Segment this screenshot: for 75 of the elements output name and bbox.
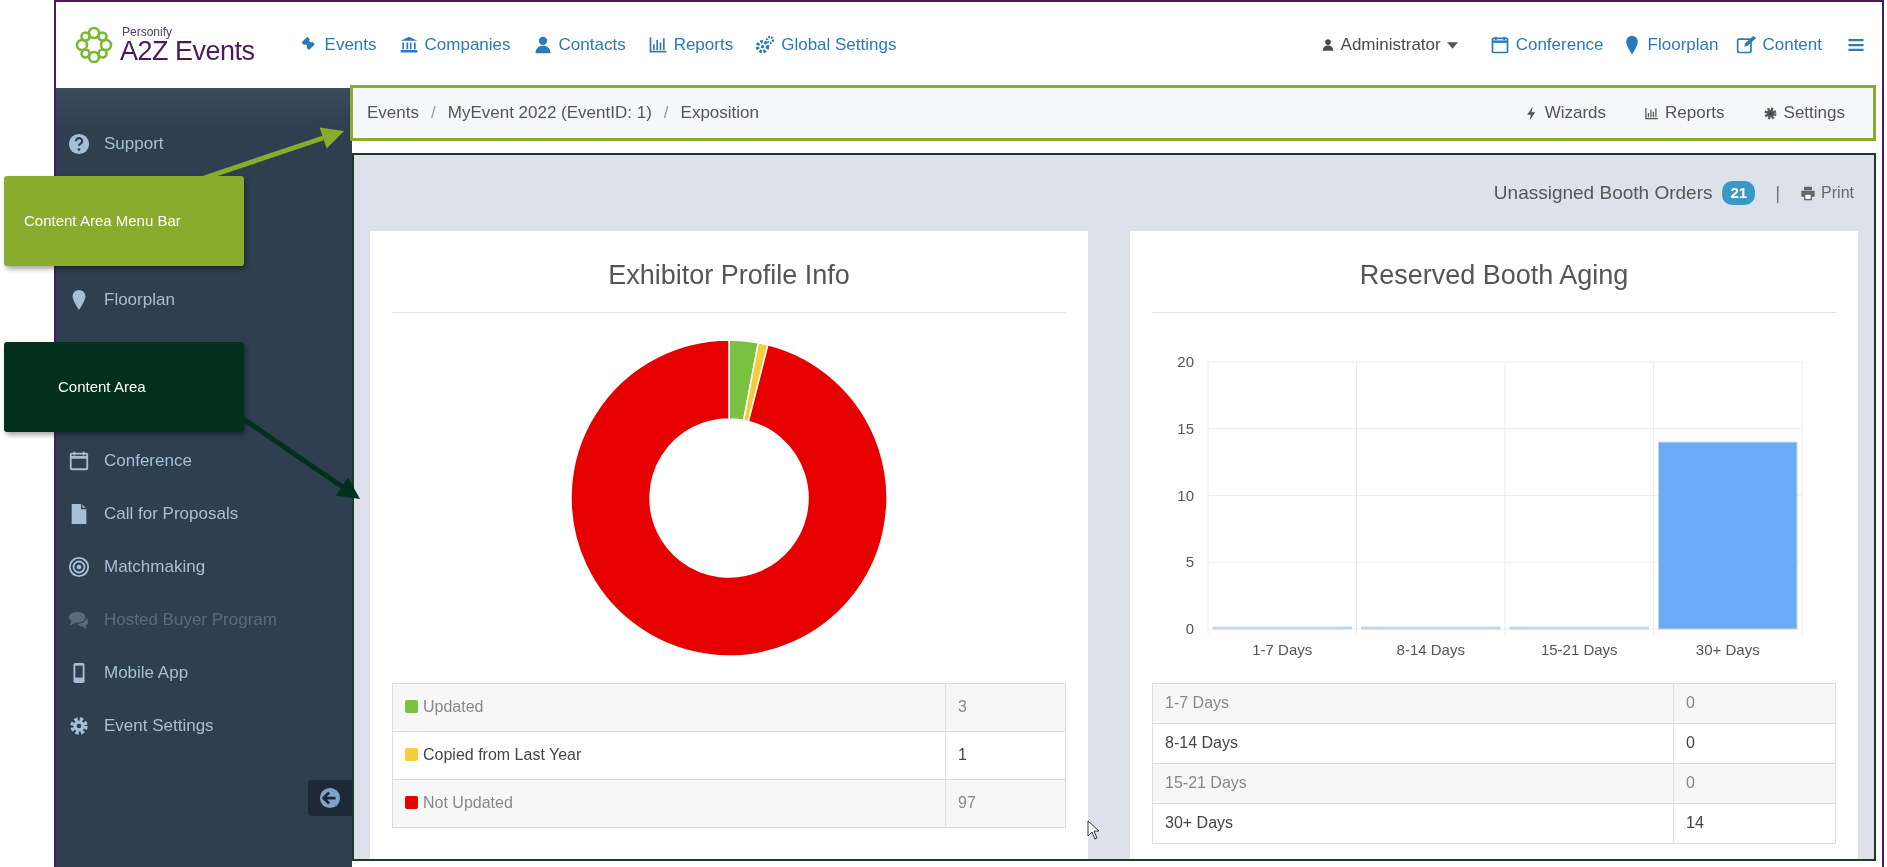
sidebar-item[interactable]: Floorplan xyxy=(56,273,183,326)
collapse-sidebar-button[interactable] xyxy=(308,780,352,816)
axis-label: 0 xyxy=(1185,619,1194,637)
count-pill: 21 xyxy=(1722,180,1756,206)
menu-bar-link[interactable]: Reports xyxy=(1644,100,1725,126)
table-cell: 0 xyxy=(1673,723,1836,763)
table-cell: 14 xyxy=(1673,803,1836,843)
breadcrumb-link[interactable]: Events xyxy=(367,100,419,126)
logo-tagline: Personify xyxy=(122,25,174,38)
bank-icon xyxy=(398,35,419,55)
print-link[interactable]: Print xyxy=(1800,181,1854,205)
nav-link[interactable]: Global Settings xyxy=(755,32,897,58)
axis-label: 30+ Days xyxy=(1695,640,1760,658)
axis-label: 8-14 Days xyxy=(1396,640,1465,658)
legend-label: Copied from Last Year xyxy=(423,746,582,763)
legend-label: Not Updated xyxy=(423,794,513,811)
axis-label: 20 xyxy=(1177,352,1194,370)
nav-link[interactable]: Contacts xyxy=(532,32,626,58)
table-cell: 30+ Days xyxy=(1152,803,1674,843)
calendar-icon xyxy=(1489,35,1510,55)
breadcrumb-link[interactable]: MyEvent 2022 (EventID: 1) xyxy=(447,100,652,126)
left-arrow-circle-icon xyxy=(319,787,341,809)
axis-label: 10 xyxy=(1177,486,1194,503)
breadcrumb-link[interactable]: Exposition xyxy=(680,100,759,126)
bar-chart-icon xyxy=(647,35,668,55)
sidebar-item[interactable]: Event Settings xyxy=(56,699,222,752)
user-icon xyxy=(1320,38,1335,52)
menu-bar-link[interactable]: Settings xyxy=(1762,100,1845,126)
caret-icon xyxy=(1446,41,1458,49)
settings-icon xyxy=(1762,105,1778,121)
logo-icon xyxy=(74,25,114,65)
table-cell: 3 xyxy=(945,683,1066,731)
axis-label: 15 xyxy=(1177,419,1194,437)
sidebar-item[interactable]: Mobile App xyxy=(56,646,197,699)
nav-link[interactable]: Events xyxy=(298,32,377,58)
sidebar-item[interactable]: Call for Proposals xyxy=(56,487,247,540)
table-cell: 97 xyxy=(945,779,1066,827)
table-cell: 0 xyxy=(1673,683,1836,723)
table-cell: 1-7 Days xyxy=(1152,683,1674,723)
settings-icon xyxy=(68,714,90,737)
breadcrumb-separator: / xyxy=(663,102,669,125)
legend-label: Updated xyxy=(423,698,484,715)
table-cell: 1 xyxy=(945,731,1066,779)
nav-link[interactable]: Reports xyxy=(647,32,734,58)
unassigned-orders-label: Unassigned Booth Orders xyxy=(1493,180,1713,205)
axis-label: 1-7 Days xyxy=(1252,640,1313,658)
user-menu[interactable]: Administrator xyxy=(1320,32,1458,58)
axis-label: 15-21 Days xyxy=(1540,640,1618,658)
sidebar-item[interactable]: Matchmaking xyxy=(56,540,214,593)
annotation-callout: Content Area Menu Bar xyxy=(4,176,244,266)
nav-link[interactable]: Companies xyxy=(398,32,511,58)
axis-label: 5 xyxy=(1185,552,1194,570)
printer-icon xyxy=(1800,185,1817,201)
menu-icon xyxy=(1846,36,1866,54)
nav-link[interactable]: Content xyxy=(1736,32,1822,58)
nav-link[interactable]: Conference xyxy=(1489,32,1604,58)
calendar-icon xyxy=(68,449,90,472)
nav-link[interactable]: Floorplan xyxy=(1621,32,1719,58)
separator: | xyxy=(1775,180,1781,205)
card-title: Reserved Booth Aging xyxy=(1152,255,1836,313)
menu-bar-link[interactable]: Wizards xyxy=(1523,100,1607,126)
help-icon xyxy=(68,132,90,155)
annotation-callout: Content Area xyxy=(4,342,244,432)
table-cell: 15-21 Days xyxy=(1152,763,1674,803)
table-cell: 8-14 Days xyxy=(1152,723,1674,763)
card-title: Exhibitor Profile Info xyxy=(392,255,1066,313)
target-icon xyxy=(68,555,90,578)
table-cell: 0 xyxy=(1673,763,1836,803)
sidebar-item[interactable]: Conference xyxy=(56,434,200,487)
edit-icon xyxy=(1736,35,1757,55)
bar-chart-icon xyxy=(1644,105,1660,121)
menu-button[interactable] xyxy=(1846,36,1866,54)
sidebar-item[interactable]: Support xyxy=(56,117,172,170)
gears-icon xyxy=(755,35,776,55)
breadcrumb-separator: / xyxy=(431,102,436,125)
